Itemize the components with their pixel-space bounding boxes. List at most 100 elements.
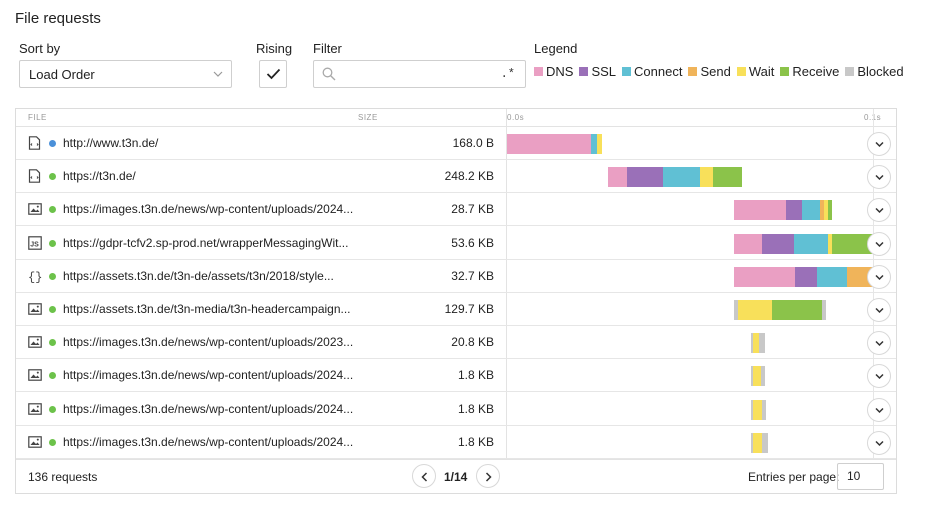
timing-bar-wait <box>596 134 603 154</box>
expand-row-button[interactable] <box>867 298 891 322</box>
chevron-down-icon <box>875 274 884 280</box>
table-row[interactable]: JS https://gdpr-tcfv2.sp-prod.net/wrapper… <box>16 227 896 260</box>
file-url[interactable]: https://gdpr-tcfv2.sp-prod.net/wrapperMe… <box>63 236 348 250</box>
file-url[interactable]: https://t3n.de/ <box>63 169 136 183</box>
timing-bar-receive <box>772 300 823 320</box>
sort-select[interactable]: Load Order <box>19 60 232 88</box>
legend-label: Connect <box>634 64 683 79</box>
file-url[interactable]: https://images.t3n.de/news/wp-content/up… <box>63 335 353 349</box>
file-url[interactable]: http://www.t3n.de/ <box>63 136 158 150</box>
request-count: 136 requests <box>28 470 98 484</box>
file-size: 53.6 KB <box>451 235 494 250</box>
legend-label: Blocked <box>857 64 904 79</box>
entries-per-page-input[interactable]: 10 <box>837 463 884 490</box>
table-row[interactable]: https://images.t3n.de/news/wp-content/up… <box>16 393 896 426</box>
status-dot <box>49 405 56 413</box>
status-dot <box>49 438 56 446</box>
expand-row-button[interactable] <box>867 430 891 455</box>
timing-bar-blocked <box>822 300 827 320</box>
table-footer: 136 requests 1/14 Entries per page: 10 <box>16 459 896 493</box>
legend-label: Send <box>700 64 731 79</box>
status-dot <box>49 206 56 214</box>
file-url[interactable]: https://images.t3n.de/news/wp-content/up… <box>63 402 353 416</box>
expand-row-button[interactable] <box>867 331 891 356</box>
legend-label: Wait <box>748 64 775 79</box>
timing-bar-wait <box>737 300 773 320</box>
legend-swatch <box>688 67 698 76</box>
column-file-header: FILE <box>28 113 47 122</box>
file-url[interactable]: https://images.t3n.de/news/wp-content/up… <box>63 202 353 216</box>
regex-toggle[interactable]: .* <box>501 67 515 81</box>
status-dot <box>49 272 56 280</box>
expand-row-button[interactable] <box>867 364 891 389</box>
file-size: 20.8 KB <box>451 335 494 350</box>
timing-bar-wait <box>752 432 763 453</box>
prev-page-button[interactable] <box>412 464 436 488</box>
expand-row-button[interactable] <box>867 198 891 223</box>
image-file-icon <box>28 402 42 416</box>
table-row[interactable]: https://images.t3n.de/news/wp-content/up… <box>16 326 896 360</box>
table-row[interactable]: https://assets.t3n.de/t3n-media/t3n-head… <box>16 293 896 326</box>
chevron-down-icon <box>875 307 884 314</box>
image-file-icon <box>28 435 42 449</box>
chevron-down-icon <box>875 407 884 413</box>
timeline-start-label: 0.0s <box>507 113 525 122</box>
next-page-button[interactable] <box>476 464 500 488</box>
sort-label: Sort by <box>19 41 61 56</box>
file-url[interactable]: https://images.t3n.de/news/wp-content/up… <box>63 368 353 382</box>
legend-item-wait: Wait <box>736 64 775 79</box>
chevron-left-icon <box>421 472 428 482</box>
expand-row-button[interactable] <box>867 264 891 289</box>
chevron-down-icon <box>875 374 884 380</box>
status-dot <box>49 306 56 313</box>
search-icon <box>322 67 336 81</box>
table-row[interactable]: https://images.t3n.de/news/wp-content/up… <box>16 193 896 227</box>
table-row[interactable]: http://www.t3n.de/168.0 B <box>16 127 896 160</box>
timing-bar-dns <box>607 167 628 188</box>
column-size-header: SIZE <box>358 113 378 122</box>
table-row[interactable]: https://images.t3n.de/news/wp-content/up… <box>16 359 896 393</box>
legend-label: Receive <box>792 64 840 79</box>
timing-bar-wait <box>699 167 713 188</box>
filter-input[interactable] <box>344 65 494 83</box>
chevron-down-icon <box>875 208 884 214</box>
file-size: 248.2 KB <box>444 169 494 184</box>
legend-item-connect: Connect <box>622 64 682 79</box>
image-file-icon <box>28 302 42 316</box>
expand-row-button[interactable] <box>867 231 891 256</box>
status-dot <box>49 140 56 147</box>
filter-field[interactable]: .* <box>313 60 526 88</box>
timing-bar-dns <box>733 200 787 221</box>
legend-swatch <box>622 67 632 76</box>
legend-swatch <box>780 67 790 76</box>
expand-row-button[interactable] <box>867 132 891 156</box>
html-file-icon <box>28 169 42 183</box>
file-url[interactable]: https://assets.t3n.de/t3n-de/assets/t3n/… <box>63 269 334 283</box>
status-dot <box>49 372 56 380</box>
chevron-right-icon <box>485 472 492 482</box>
file-size: 28.7 KB <box>451 202 494 217</box>
legend-swatch <box>534 67 543 76</box>
table-row[interactable]: https://images.t3n.de/news/wp-content/up… <box>16 426 896 459</box>
legend: DNS SSL Connect Send Wait Receive Blocked <box>534 64 910 79</box>
timing-bar-ssl <box>795 266 817 287</box>
file-size: 168.0 B <box>452 136 494 150</box>
expand-row-button[interactable] <box>867 165 891 190</box>
file-url[interactable]: https://images.t3n.de/news/wp-content/up… <box>63 435 353 449</box>
file-size: 1.8 KB <box>457 434 494 449</box>
legend-item-ssl: SSL <box>579 64 616 79</box>
timing-bar-receive <box>828 200 832 221</box>
image-file-icon <box>28 202 42 216</box>
status-dot <box>49 339 56 347</box>
rising-checkbox[interactable] <box>259 60 287 88</box>
expand-row-button[interactable] <box>867 397 891 422</box>
table-row[interactable]: {} https://assets.t3n.de/t3n-de/assets/t3… <box>16 260 896 293</box>
legend-label: Legend <box>534 41 578 56</box>
file-url[interactable]: https://assets.t3n.de/t3n-media/t3n-head… <box>63 302 351 316</box>
rising-label: Rising <box>256 41 293 56</box>
table-row[interactable]: https://t3n.de/248.2 KB <box>16 160 896 194</box>
legend-label: DNS <box>546 64 574 79</box>
timing-bar-connect <box>802 200 820 221</box>
status-dot <box>49 173 56 181</box>
chevron-down-icon <box>213 71 223 77</box>
